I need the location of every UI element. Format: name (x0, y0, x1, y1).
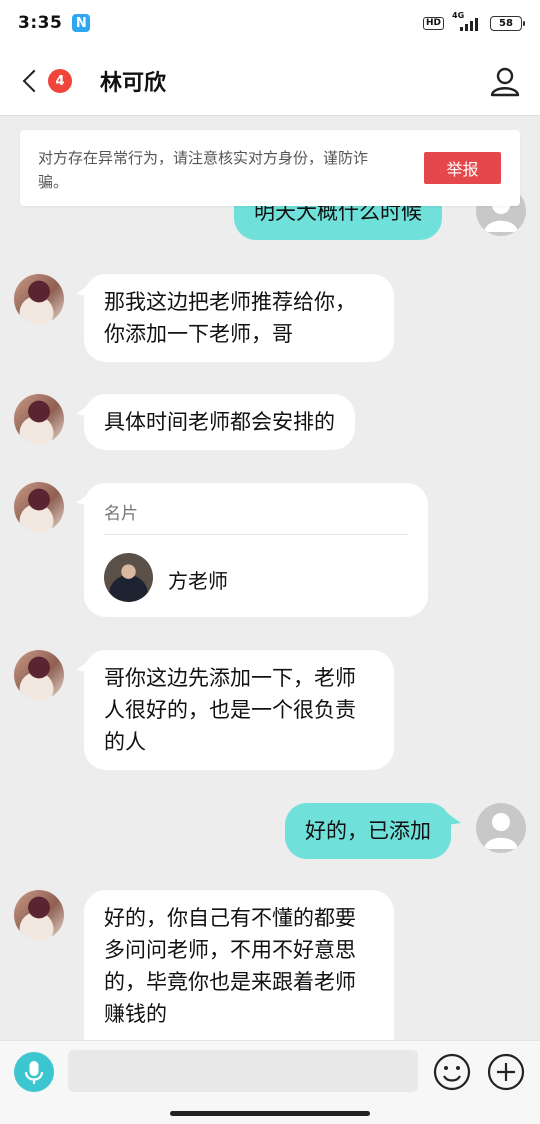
message-bubble-incoming[interactable]: 那我这边把老师推荐给你，你添加一下老师，哥 (76, 274, 394, 362)
voice-input-button[interactable] (14, 1052, 54, 1092)
battery-icon: 58 (490, 15, 525, 31)
message-bubble-incoming[interactable]: 具体时间老师都会安排的 (76, 394, 355, 450)
message-input[interactable] (68, 1050, 418, 1092)
status-indicators: HD 4G 58 (422, 11, 525, 31)
card-avatar (104, 553, 153, 602)
default-avatar-icon (484, 813, 518, 849)
plus-icon[interactable] (486, 1052, 526, 1092)
contact-avatar[interactable] (14, 482, 64, 532)
card-divider (104, 534, 408, 535)
card-label: 名片 (104, 504, 138, 524)
message-bubble-outgoing[interactable]: 好的，已添加 (285, 803, 461, 859)
warning-text: 对方存在异常行为，请注意核实对方身份，谨防诈骗。 (38, 149, 369, 191)
contact-card[interactable]: 名片 方老师 (76, 483, 428, 617)
contact-avatar[interactable] (14, 394, 64, 444)
contact-avatar[interactable] (14, 650, 64, 700)
message-bubble-incoming[interactable]: 哥你这边先添加一下，老师人很好的，也是一个很负责的人 (76, 650, 394, 770)
chevron-left-icon (22, 69, 46, 93)
chat-header: 4 林可欣 (0, 46, 540, 116)
card-contact-name: 方老师 (168, 569, 228, 593)
profile-icon[interactable] (488, 64, 522, 98)
back-button[interactable]: 4 (18, 64, 72, 98)
contact-avatar[interactable] (14, 274, 64, 324)
unread-count-badge: 4 (48, 69, 72, 93)
signal-icon: 4G (452, 11, 482, 31)
fraud-warning-banner: 对方存在异常行为，请注意核实对方身份，谨防诈骗。 举报 (20, 130, 520, 206)
hd-icon: HD (422, 16, 444, 30)
input-bar (0, 1040, 540, 1124)
status-time: 3:35 (18, 13, 63, 33)
emoji-icon[interactable] (432, 1052, 472, 1092)
microphone-icon (24, 1061, 44, 1084)
contact-name: 林可欣 (100, 71, 167, 96)
my-avatar[interactable] (476, 803, 526, 853)
home-indicator (170, 1111, 370, 1116)
report-button[interactable]: 举报 (424, 152, 501, 184)
message-bubble-incoming[interactable]: 好的，你自己有不懂的都要多问问老师，不用不好意思的，毕竟你也是来跟着老师赚钱的 (84, 890, 394, 1040)
app-notification-icon: N (72, 14, 91, 32)
contact-avatar[interactable] (14, 890, 64, 940)
status-bar: 3:35 N HD 4G 58 (0, 0, 540, 46)
